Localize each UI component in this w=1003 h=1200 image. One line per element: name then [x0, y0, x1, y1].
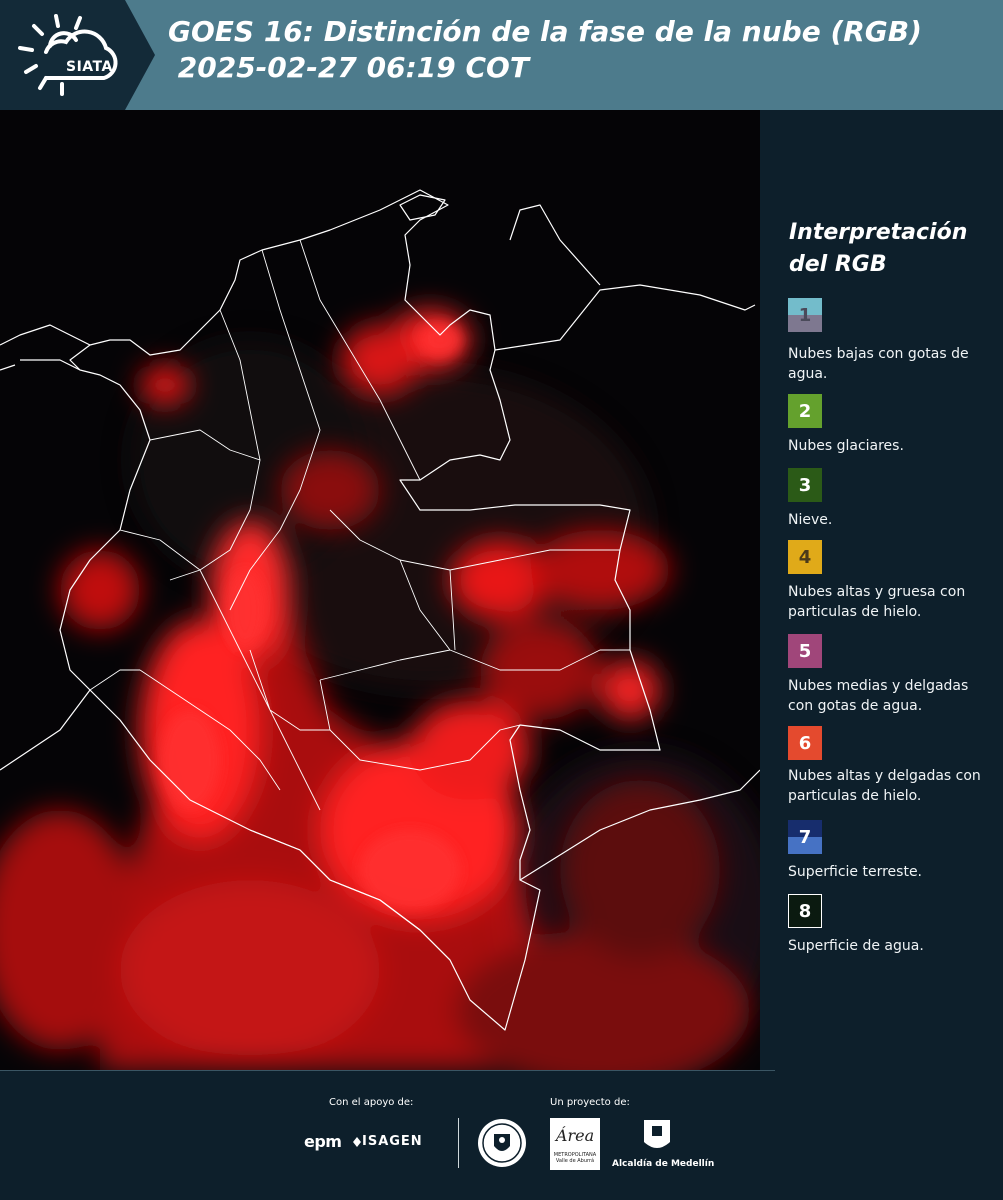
legend-panel: Interpretación del RGB 1 Nubes bajas con…: [760, 110, 1003, 1070]
isagen-mark-icon: [353, 1137, 361, 1147]
header-bar: SIATA GOES 16: Distinción de la fase de …: [0, 0, 1003, 110]
legend-swatch-2: 2: [788, 394, 822, 428]
page-title: GOES 16: Distinción de la fase de la nub…: [168, 15, 922, 84]
legend-swatch-8: 8: [788, 894, 822, 928]
legend-swatch-6: 6: [788, 726, 822, 760]
logo-text: SIATA: [66, 59, 113, 75]
project-label: Un proyecto de:: [550, 1097, 630, 1108]
amva-name: METROPOLITANA Valle de Aburrá: [553, 1152, 597, 1164]
amva-mark: Área: [555, 1126, 595, 1145]
legend-label-7: Superficie terreste.: [788, 864, 923, 880]
legend-label-6: Nubes altas y delgadas con particulas de…: [788, 768, 981, 804]
legend-swatch-1: 1: [788, 298, 822, 332]
satellite-map[interactable]: [0, 110, 760, 1070]
support-label: Con el apoyo de:: [329, 1097, 414, 1108]
legend-swatch-5: 5: [788, 634, 822, 668]
area-metropolitana-logo[interactable]: Área METROPOLITANA Valle de Aburrá: [550, 1118, 600, 1170]
legend-title: Interpretación del RGB: [789, 220, 968, 277]
footer-divider-line: [0, 1070, 775, 1071]
legend-swatch-3: 3: [788, 468, 822, 502]
medellin-seal-icon[interactable]: [477, 1118, 527, 1168]
legend-swatch-7: 7: [788, 820, 822, 854]
siata-logo[interactable]: SIATA: [14, 12, 129, 97]
legend-label-8: Superficie de agua.: [788, 938, 924, 954]
legend-label-5: Nubes medias y delgadas con gotas de agu…: [788, 678, 969, 714]
legend-label-2: Nubes glaciares.: [788, 438, 904, 454]
sun-cloud-icon: [18, 14, 118, 96]
alcaldia-label: Alcaldía de Medellín: [612, 1159, 715, 1169]
map-canvas: [0, 110, 760, 1070]
legend-label-1: Nubes bajas con gotas de agua.: [788, 346, 969, 382]
isagen-logo[interactable]: ISAGEN: [362, 1134, 423, 1149]
legend-label-4: Nubes altas y gruesa con particulas de h…: [788, 584, 966, 620]
legend-label-3: Nieve.: [788, 512, 833, 528]
alcaldia-shield-icon[interactable]: [642, 1118, 672, 1156]
epm-logo[interactable]: epm: [304, 1132, 342, 1151]
footer: Con el apoyo de: Un proyecto de: epm ISA…: [0, 1070, 1003, 1200]
legend-swatch-4: 4: [788, 540, 822, 574]
footer-vertical-divider: [458, 1118, 459, 1168]
